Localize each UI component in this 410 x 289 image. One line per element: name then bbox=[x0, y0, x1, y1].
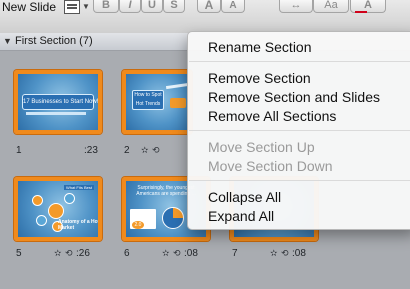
transition-icon: ⟲ bbox=[152, 145, 160, 155]
slide-number: 7 bbox=[232, 248, 238, 259]
slide-number: 6 bbox=[124, 248, 130, 259]
disclosure-triangle-icon[interactable]: ▼ bbox=[3, 36, 12, 46]
menu-item-move-section-down: Move Section Down bbox=[208, 158, 333, 174]
slide-timing: :08 bbox=[292, 248, 306, 259]
menu-item-remove-section[interactable]: Remove Section bbox=[188, 70, 410, 86]
menu-item-collapse-all[interactable]: Collapse All bbox=[188, 189, 410, 205]
slide-layout-icon[interactable] bbox=[64, 0, 80, 14]
animation-star-icon: ✫ bbox=[54, 248, 62, 258]
layout-dropdown-caret-icon[interactable]: ▼ bbox=[82, 2, 90, 11]
animation-star-icon: ✫ bbox=[141, 145, 149, 155]
transition-icon: ⟲ bbox=[281, 248, 289, 258]
menu-item-rename-section[interactable]: Rename Section bbox=[188, 39, 410, 55]
menu-separator bbox=[189, 130, 410, 131]
slide-caption-2: 2 ✫ ⟲ bbox=[124, 145, 188, 157]
slide-timing: :26 bbox=[76, 248, 90, 259]
slide-number: 2 bbox=[124, 145, 130, 156]
diagram-node bbox=[32, 195, 43, 206]
slide-badge: 2.0 bbox=[132, 221, 144, 229]
change-case-button[interactable]: Aa bbox=[313, 0, 349, 13]
slide-thumbnail-2[interactable]: How to Spot Hot Trends bbox=[122, 70, 192, 134]
slide-caption-6: 6 ✫ ⟲ :08 bbox=[124, 248, 214, 260]
diagram-hub bbox=[48, 203, 64, 219]
shadow-button[interactable]: S bbox=[163, 0, 185, 13]
slide-thumbnail-5[interactable]: What Fits Best Anatomy of a Hot Market bbox=[14, 177, 102, 241]
increase-font-size-button[interactable]: A bbox=[197, 0, 221, 13]
transition-icon: ⟲ bbox=[173, 248, 181, 258]
bold-button[interactable]: B bbox=[93, 0, 119, 13]
slide-title: 17 Businesses to Start Now! bbox=[22, 94, 98, 110]
diagram-node bbox=[36, 215, 47, 226]
character-spacing-icon: ↔ bbox=[290, 0, 302, 11]
menu-separator bbox=[189, 61, 410, 62]
menu-item-expand-all[interactable]: Expand All bbox=[188, 208, 410, 224]
menu-item-move-section-up: Move Section Up bbox=[208, 139, 315, 155]
slide-orange-block bbox=[170, 98, 186, 108]
menu-item-remove-all-sections[interactable]: Remove All Sections bbox=[188, 108, 410, 124]
slide-caption-7: 7 ✫ ⟲ :08 bbox=[232, 248, 322, 260]
slide-label: What Fits Best bbox=[64, 185, 94, 190]
slide-timing: :23 bbox=[84, 145, 98, 156]
section-title: First Section (7) bbox=[15, 35, 93, 47]
diagram-node bbox=[64, 193, 75, 204]
pie-chart-graphic bbox=[162, 207, 184, 229]
italic-label: I bbox=[128, 0, 132, 11]
slide-caption-1: 1 :23 bbox=[16, 145, 106, 157]
underline-button[interactable]: U bbox=[141, 0, 163, 13]
slide-title: How to Spot Hot Trends bbox=[132, 90, 164, 110]
slide-caption-5: 5 ✫ ⟲ :26 bbox=[16, 248, 106, 260]
decrease-font-size-button[interactable]: A bbox=[221, 0, 245, 13]
font-color-swatch bbox=[355, 11, 367, 13]
shadow-label: S bbox=[170, 0, 178, 11]
bold-label: B bbox=[102, 0, 110, 11]
animation-star-icon: ✫ bbox=[270, 248, 278, 258]
animation-star-icon: ✫ bbox=[162, 248, 170, 258]
menu-item-remove-section-and-slides[interactable]: Remove Section and Slides bbox=[188, 89, 410, 105]
menu-separator bbox=[189, 180, 410, 181]
change-case-label: Aa bbox=[324, 0, 338, 11]
character-spacing-button[interactable]: ↔ bbox=[279, 0, 313, 13]
decrease-font-label: A bbox=[229, 0, 237, 11]
slide-timing: :08 bbox=[184, 248, 198, 259]
underline-label: U bbox=[148, 0, 156, 11]
slide-subtitle-bar bbox=[26, 112, 86, 115]
font-color-label: A bbox=[364, 0, 372, 11]
transition-icon: ⟲ bbox=[65, 248, 73, 258]
ribbon-toolbar: New Slide ▼ B I U S A A ↔ Aa A bbox=[0, 0, 410, 34]
slide-thumbnail-1[interactable]: 17 Businesses to Start Now! bbox=[14, 70, 102, 134]
section-context-menu: Rename Section Remove Section Remove Sec… bbox=[187, 31, 410, 230]
slide-number: 1 bbox=[16, 145, 22, 156]
italic-button[interactable]: I bbox=[119, 0, 141, 13]
new-slide-button[interactable]: New Slide bbox=[2, 0, 56, 14]
increase-font-label: A bbox=[204, 0, 214, 12]
slide-title: Anatomy of a Hot Market bbox=[58, 219, 100, 231]
slide-number: 5 bbox=[16, 248, 22, 259]
